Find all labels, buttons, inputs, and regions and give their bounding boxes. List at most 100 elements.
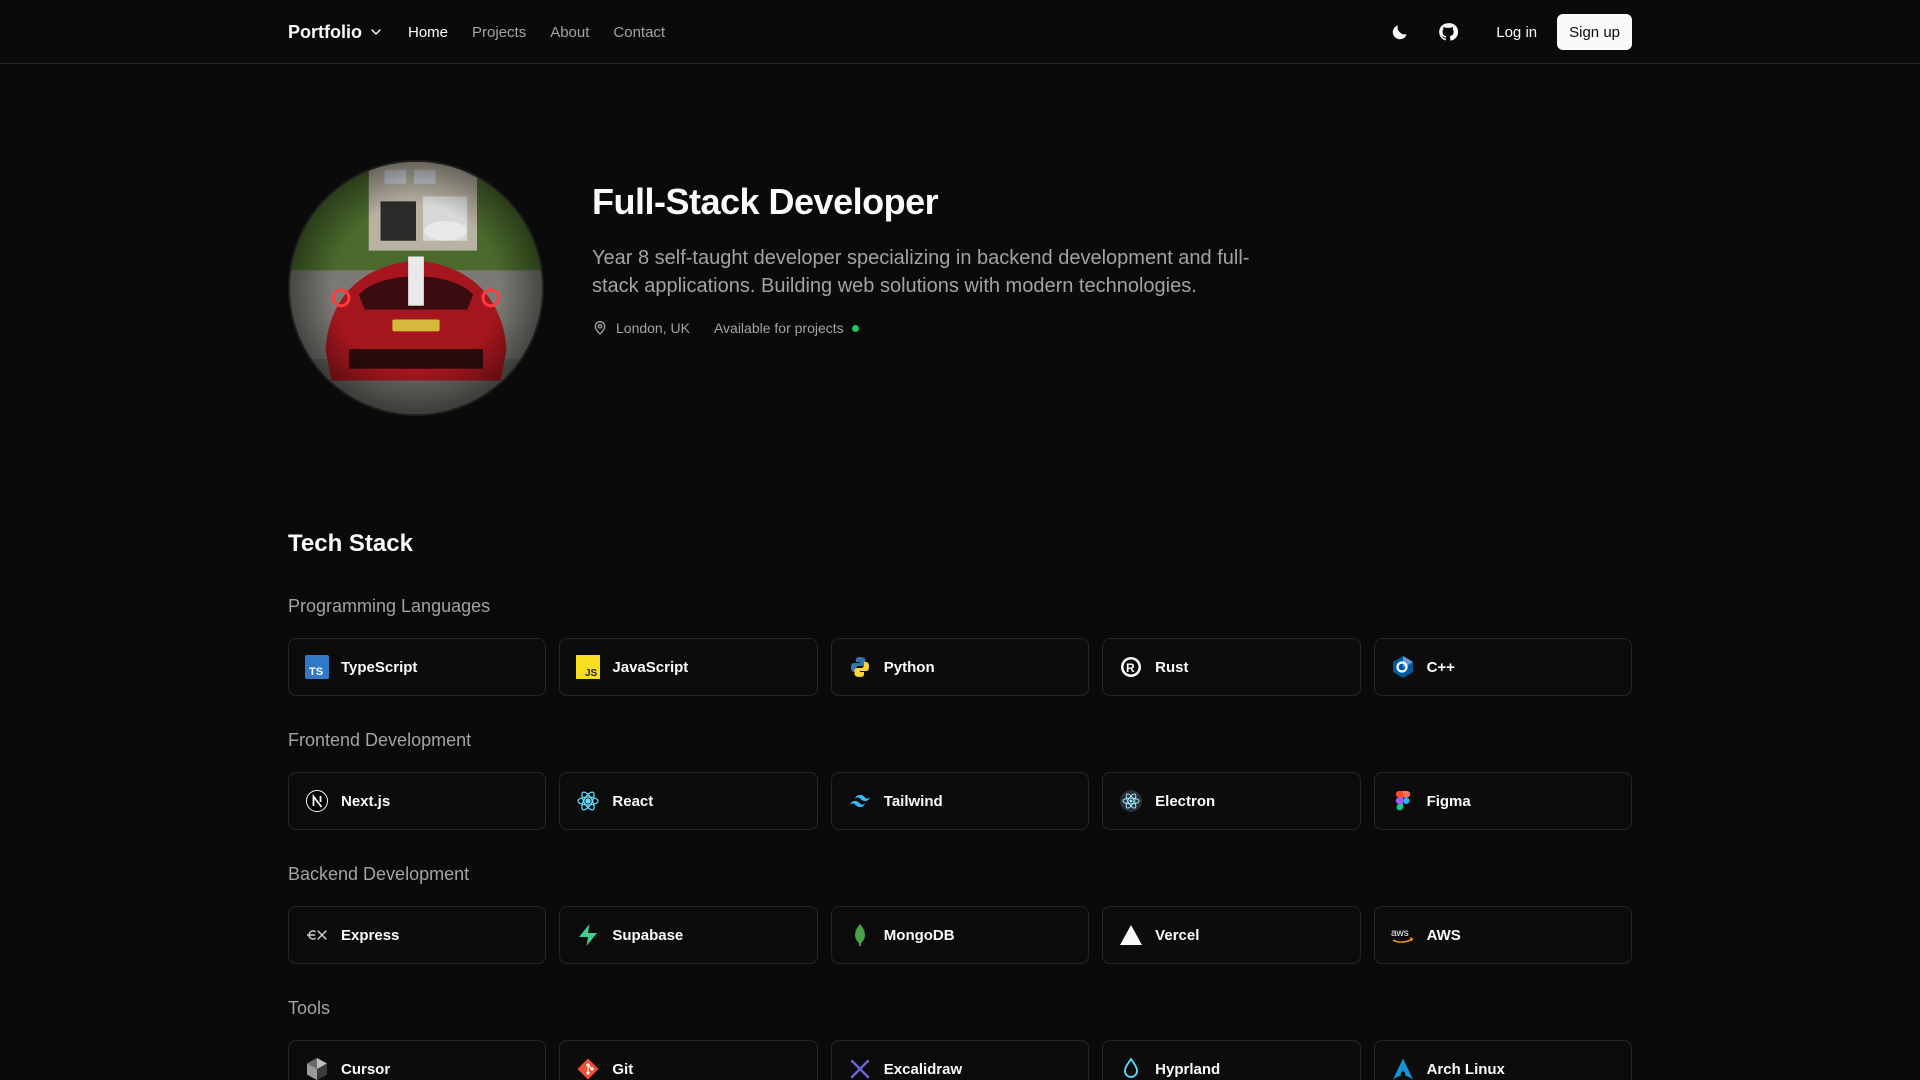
- tech-card-tailwind[interactable]: Tailwind: [830, 772, 1090, 830]
- tech-label: Supabase: [612, 926, 684, 944]
- tech-card-python[interactable]: Python: [830, 638, 1090, 696]
- brand-menu[interactable]: Portfolio: [288, 22, 384, 43]
- tech-card-arch-linux[interactable]: Arch Linux: [1373, 1040, 1632, 1080]
- hyprland-icon: [1119, 1057, 1143, 1080]
- category-frontend-development: Frontend Development Next.js React Tailw…: [288, 728, 1632, 830]
- tech-label: Cursor: [341, 1060, 391, 1078]
- github-button[interactable]: [1428, 12, 1468, 52]
- tech-card-cpp[interactable]: C++: [1373, 638, 1632, 696]
- tech-label: JavaScript: [612, 658, 689, 676]
- mongodb-icon: [848, 923, 872, 947]
- tech-label: TypeScript: [341, 658, 418, 676]
- category-title: Frontend Development: [288, 730, 472, 750]
- arch-linux-icon: [1391, 1057, 1415, 1080]
- electron-icon: [1119, 789, 1143, 813]
- tech-card-typescript[interactable]: TS TypeScript: [288, 638, 547, 696]
- cursor-icon: [305, 1057, 329, 1080]
- brand-label: Portfolio: [288, 21, 362, 42]
- nav-link-contact[interactable]: Contact: [613, 24, 665, 41]
- hero-description: Year 8 self-taught developer specializin…: [592, 247, 1250, 297]
- cpp-icon: [1391, 655, 1415, 679]
- tech-card-aws[interactable]: aws AWS: [1373, 906, 1632, 964]
- tech-stack-title: Tech Stack: [288, 530, 413, 557]
- top-nav: Portfolio Home Projects About Contact Lo…: [0, 0, 1920, 64]
- tech-label: Arch Linux: [1426, 1060, 1505, 1078]
- hero-section: Full-Stack Developer Year 8 self-taught …: [288, 160, 1288, 420]
- nav-link-about[interactable]: About: [550, 24, 589, 41]
- tech-card-javascript[interactable]: JS JavaScript: [559, 638, 818, 696]
- express-icon: [305, 923, 329, 947]
- figma-icon: [1391, 789, 1415, 813]
- nav-link-home[interactable]: Home: [408, 24, 448, 41]
- tech-label: Figma: [1426, 792, 1471, 810]
- excalidraw-icon: [848, 1057, 872, 1080]
- tech-card-hyprland[interactable]: Hyprland: [1102, 1040, 1361, 1080]
- tech-card-react[interactable]: React: [559, 772, 818, 830]
- theme-toggle-button[interactable]: [1380, 12, 1420, 52]
- status-dot: [851, 324, 859, 332]
- category-tools: Tools Cursor Git Excalidraw Hyprland Arc…: [288, 996, 1632, 1080]
- availability-text: Available for projects: [713, 320, 844, 336]
- nav-links: Home Projects About Contact: [408, 24, 665, 41]
- supabase-icon: [576, 923, 600, 947]
- avatar-photo: [290, 162, 542, 414]
- nav-inner: Portfolio Home Projects About Contact Lo…: [288, 0, 1632, 64]
- location-text: London, UK: [616, 320, 690, 336]
- tech-stack-section: Tech Stack Programming Languages TS Type…: [288, 528, 1632, 1080]
- nav-link-projects[interactable]: Projects: [472, 24, 526, 41]
- tech-card-figma[interactable]: Figma: [1373, 772, 1632, 830]
- nextjs-icon: [305, 789, 329, 813]
- javascript-icon: JS: [576, 655, 601, 679]
- svg-text:aws: aws: [1391, 928, 1409, 939]
- hero-meta: London, UK Available for projects: [592, 320, 1292, 336]
- svg-text:JS: JS: [585, 668, 598, 679]
- tech-card-express[interactable]: Express: [288, 906, 547, 964]
- tech-label: Excalidraw: [883, 1060, 963, 1078]
- tech-label: AWS: [1426, 926, 1461, 944]
- tech-label: Python: [883, 658, 935, 676]
- category-title: Backend Development: [288, 864, 470, 884]
- tech-card-supabase[interactable]: Supabase: [559, 906, 818, 964]
- python-icon: [848, 655, 872, 679]
- tech-card-nextjs[interactable]: Next.js: [288, 772, 547, 830]
- chevron-down-icon: [371, 29, 381, 35]
- tech-card-excalidraw[interactable]: Excalidraw: [830, 1040, 1090, 1080]
- tech-grid: Next.js React Tailwind Electron Figma: [288, 772, 1632, 830]
- category-title: Programming Languages: [288, 596, 491, 616]
- tech-label: Next.js: [341, 792, 391, 810]
- tech-grid: Cursor Git Excalidraw Hyprland Arch Linu…: [288, 1040, 1632, 1080]
- category-programming-languages: Programming Languages TS TypeScript JS J…: [288, 594, 1632, 696]
- tech-card-git[interactable]: Git: [559, 1040, 818, 1080]
- hero-text: Full-Stack Developer Year 8 self-taught …: [592, 180, 1292, 336]
- tech-label: React: [612, 792, 654, 810]
- tailwind-icon: [848, 789, 872, 813]
- aws-icon: aws: [1391, 923, 1415, 947]
- rust-icon: R: [1119, 655, 1143, 679]
- tech-label: Hyprland: [1155, 1060, 1221, 1078]
- tech-card-mongodb[interactable]: MongoDB: [830, 906, 1090, 964]
- svg-text:TS: TS: [309, 666, 323, 678]
- hero-title: Full-Stack Developer: [592, 181, 939, 222]
- svg-text:R: R: [1126, 661, 1135, 675]
- tech-label: C++: [1426, 658, 1455, 676]
- tech-card-electron[interactable]: Electron: [1102, 772, 1361, 830]
- tech-label: Electron: [1155, 792, 1216, 810]
- typescript-icon: TS: [305, 655, 329, 679]
- tech-card-cursor[interactable]: Cursor: [288, 1040, 547, 1080]
- tech-label: Tailwind: [883, 792, 943, 810]
- tech-card-rust[interactable]: R Rust: [1102, 638, 1361, 696]
- git-icon: [576, 1057, 600, 1080]
- category-backend-development: Backend Development Express Supabase Mon…: [288, 862, 1632, 964]
- tech-card-vercel[interactable]: Vercel: [1102, 906, 1361, 964]
- github-icon: [1439, 23, 1459, 41]
- nav-actions: Log in Sign up: [1372, 12, 1632, 52]
- signup-button[interactable]: Sign up: [1557, 14, 1632, 50]
- tech-label: Rust: [1155, 658, 1189, 676]
- tech-label: Git: [612, 1060, 634, 1078]
- availability: Available for projects: [714, 320, 859, 336]
- login-button[interactable]: Log in: [1484, 16, 1549, 49]
- map-pin-icon: [594, 321, 606, 335]
- tech-grid: TS TypeScript JS JavaScript Python R Rus…: [288, 638, 1632, 696]
- react-icon: [576, 789, 600, 813]
- tech-label: MongoDB: [883, 926, 955, 944]
